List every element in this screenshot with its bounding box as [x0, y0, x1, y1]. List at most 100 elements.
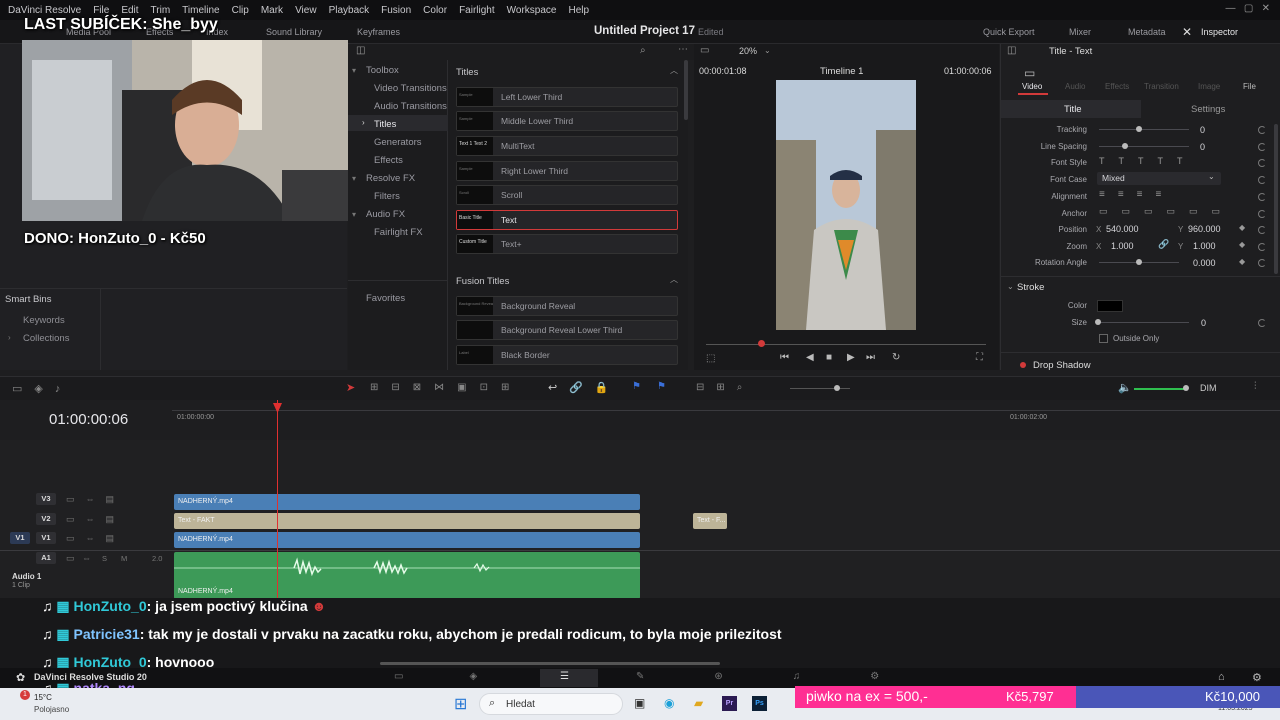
home-icon[interactable]: ⌂ — [1218, 671, 1225, 683]
outside-only-checkbox[interactable] — [1099, 334, 1108, 343]
title-tile[interactable]: Sample Right Lower Third — [456, 161, 678, 181]
viewer-zoom[interactable]: 20% — [739, 46, 757, 56]
quick-export-button[interactable]: Quick Export — [983, 27, 1035, 37]
timeline-zoom-slider[interactable] — [790, 388, 850, 389]
tree-audio-fx[interactable]: Audio FX — [366, 209, 405, 220]
keyframes-button[interactable]: Keyframes — [357, 27, 400, 37]
horizontal-scrollbar[interactable] — [380, 662, 720, 665]
slider-knob[interactable] — [1136, 126, 1142, 132]
menu-mark[interactable]: Mark — [261, 5, 283, 16]
zoom-view-icons[interactable]: ⊟⊞⌕ — [696, 382, 754, 393]
weather-desc[interactable]: Polojasno — [34, 705, 69, 714]
slider-knob[interactable] — [1183, 385, 1189, 391]
menu-timeline[interactable]: Timeline — [182, 5, 219, 16]
tree-titles[interactable]: Titles — [374, 119, 396, 130]
reset-icon[interactable] — [1258, 226, 1266, 234]
menu-trim[interactable]: Trim — [151, 5, 171, 16]
title-tile[interactable]: Scroll Scroll — [456, 185, 678, 205]
dim-button[interactable]: DIM — [1200, 383, 1217, 393]
alignment-buttons[interactable]: ≡≡≡≡ — [1099, 189, 1174, 200]
page-nav-icons[interactable]: ▭◈ — [394, 671, 543, 682]
tracking-value[interactable]: 0 — [1200, 125, 1205, 135]
reset-icon[interactable] — [1258, 259, 1266, 267]
tab-audio[interactable]: Audio — [1065, 82, 1085, 91]
slider-knob[interactable] — [1122, 143, 1128, 149]
tree-video-transitions[interactable]: Video Transitions — [374, 83, 447, 94]
timeline-clip[interactable]: NADHERNÝ.mp4 — [174, 532, 640, 548]
menu-color[interactable]: Color — [423, 5, 447, 16]
track-controls-icons[interactable]: ▭⇔▤ — [66, 533, 125, 544]
favorites-header[interactable]: Favorites — [366, 293, 405, 304]
menu-fusion[interactable]: Fusion — [381, 5, 411, 16]
timeline-clip[interactable]: NADHERNÝ.mp4 — [174, 494, 640, 510]
reset-icon[interactable] — [1258, 193, 1266, 201]
keywords-item[interactable]: Keywords — [23, 315, 65, 326]
edit-tools-icons[interactable]: ⊞⊟⊠⋈▣⊡⊞ — [370, 382, 522, 393]
mixer-icon[interactable]: ⫶ — [1254, 381, 1257, 392]
reset-icon[interactable] — [1258, 143, 1266, 151]
slider-knob[interactable] — [834, 385, 840, 391]
gear-icon[interactable]: ⚙ — [1252, 671, 1262, 684]
timeline-clip[interactable]: Text - FAKT — [174, 513, 640, 529]
chevron-down-icon[interactable]: ▾ — [352, 174, 356, 183]
timeline-view-icons[interactable]: ▭◈♪ — [12, 382, 72, 395]
task-view-icon[interactable]: ▣ — [634, 696, 645, 710]
timeline-clip[interactable]: Text - F... — [693, 513, 727, 529]
playhead-marker[interactable] — [758, 340, 765, 347]
subtab-settings[interactable]: Settings — [1191, 104, 1225, 115]
position-y-value[interactable]: 960.000 — [1188, 224, 1221, 234]
menu-playback[interactable]: Playback — [329, 5, 370, 16]
tree-filters[interactable]: Filters — [374, 191, 400, 202]
tree-resolve-fx[interactable]: Resolve FX — [366, 173, 415, 184]
snap-link-lock-icons[interactable]: ↩🔗🔒 — [548, 381, 621, 394]
zoom-y-value[interactable]: 1.000 — [1193, 241, 1216, 251]
track-id-badge[interactable]: A1 — [36, 552, 56, 564]
volume-slider[interactable] — [1134, 388, 1186, 390]
collections-item[interactable]: Collections — [23, 333, 69, 344]
scrubber-bar[interactable] — [706, 344, 986, 345]
zoom-x-value[interactable]: 1.000 — [1111, 241, 1134, 251]
windows-start-icon[interactable]: ⊞ — [454, 694, 467, 714]
taskbar-search[interactable]: ⌕ Hledat — [479, 693, 623, 715]
scrollbar[interactable] — [1274, 124, 1278, 274]
fusion-title-tile[interactable]: Background Reveal Lower Third — [456, 320, 678, 340]
stroke-size-value[interactable]: 0 — [1201, 318, 1206, 328]
tree-effects[interactable]: Effects — [374, 155, 403, 166]
play-icon[interactable]: ▶ — [847, 352, 855, 363]
chevron-down-icon[interactable]: ⌄ — [1007, 282, 1014, 291]
chevron-down-icon[interactable]: ⌄ — [764, 46, 771, 55]
viewer-options-icon[interactable]: ⬚ — [706, 353, 715, 364]
title-tile[interactable]: Sample Middle Lower Third — [456, 111, 678, 131]
position-x-value[interactable]: 540.000 — [1106, 224, 1139, 234]
reset-icon[interactable] — [1258, 210, 1266, 218]
panel-toggle-icon[interactable]: ◫ — [356, 45, 365, 56]
drop-shadow-header[interactable]: Drop Shadow — [1033, 360, 1091, 371]
anchor-buttons[interactable]: ▭▭▭▭▭▭ — [1099, 206, 1234, 217]
title-tile[interactable]: Sample Left Lower Third — [456, 87, 678, 107]
tree-fairlight-fx[interactable]: Fairlight FX — [374, 227, 423, 238]
menu-view[interactable]: View — [295, 5, 317, 16]
skip-forward-icon[interactable]: ⏭ — [866, 352, 875, 363]
video-tab-icon[interactable]: ▭ — [1024, 66, 1035, 80]
panel-toggle-icon[interactable]: ◫ — [1007, 45, 1016, 56]
skip-back-icon[interactable]: ⏮ — [780, 352, 789, 363]
metadata-button[interactable]: Metadata — [1128, 27, 1166, 37]
edge-icon[interactable]: ◉ — [664, 696, 674, 710]
collapse-icon[interactable]: ︿ — [670, 65, 678, 76]
tracking-slider[interactable] — [1099, 129, 1189, 130]
stop-icon[interactable]: ■ — [826, 352, 832, 363]
stroke-color-swatch[interactable] — [1097, 300, 1123, 312]
fullscreen-icon[interactable]: ⛶ — [976, 352, 983, 363]
tab-effects[interactable]: Effects — [1105, 82, 1129, 91]
collapse-icon[interactable]: ︿ — [670, 274, 678, 285]
enable-dot-icon[interactable] — [1020, 362, 1026, 368]
slider-knob[interactable] — [1095, 319, 1101, 325]
menu-app[interactable]: DaVinci Resolve — [8, 5, 81, 16]
timeline-name[interactable]: Timeline 1 — [820, 66, 863, 77]
reset-icon[interactable] — [1258, 243, 1266, 251]
menu-clip[interactable]: Clip — [232, 5, 249, 16]
mute-button[interactable]: M — [121, 554, 127, 563]
reset-icon[interactable] — [1258, 159, 1266, 167]
stroke-header[interactable]: Stroke — [1017, 282, 1044, 293]
menu-edit[interactable]: Edit — [121, 5, 138, 16]
